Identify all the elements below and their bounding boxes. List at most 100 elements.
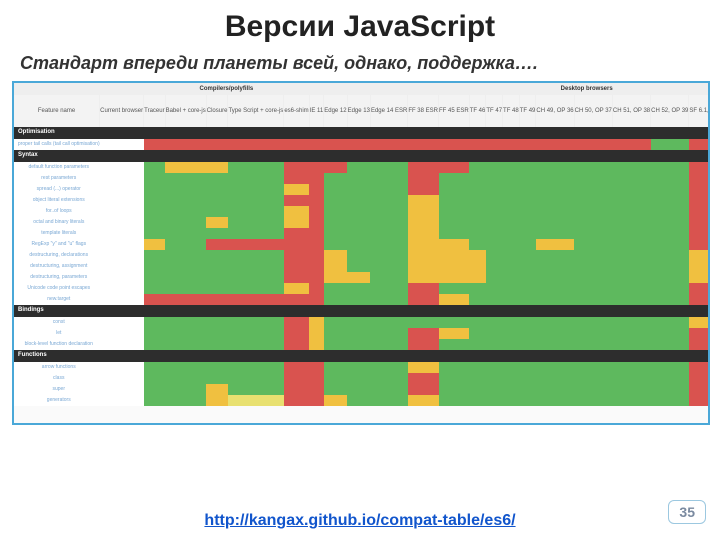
feature-link[interactable]: rest parameters (41, 175, 76, 181)
feature-link[interactable]: arrow functions (42, 364, 76, 370)
feature-link[interactable]: block-level function declaration (25, 341, 93, 347)
source-link[interactable]: http://kangax.github.io/compat-table/es6… (0, 512, 720, 530)
feature-link[interactable]: for..of loops (46, 208, 72, 214)
support-cell (574, 173, 612, 184)
support-cell (689, 283, 710, 294)
support-cell (228, 261, 284, 272)
feature-link[interactable]: destructuring, declarations (29, 252, 88, 258)
support-cell (612, 328, 650, 339)
support-cell (486, 395, 503, 406)
feature-link[interactable]: template literals (41, 230, 76, 236)
support-cell (439, 328, 470, 339)
feature-link[interactable]: Unicode code point escapes (27, 285, 90, 291)
support-cell (206, 339, 228, 350)
support-cell (347, 162, 370, 173)
feature-link[interactable]: proper tail calls (tail call optimisatio… (18, 141, 100, 147)
support-cell (651, 239, 689, 250)
support-cell (503, 373, 520, 384)
support-cell (469, 339, 486, 350)
support-cell (284, 206, 309, 217)
support-cell (689, 239, 710, 250)
support-cell (370, 362, 407, 373)
support-cell (206, 294, 228, 305)
feature-link[interactable]: class (53, 375, 64, 381)
support-cell (228, 195, 284, 206)
support-cell (284, 384, 309, 395)
feature-link[interactable]: let (56, 330, 61, 336)
browser-group: Compilers/polyfills (144, 83, 310, 95)
support-cell (165, 184, 206, 195)
support-cell (574, 206, 612, 217)
support-cell (284, 217, 309, 228)
support-cell (651, 362, 689, 373)
support-cell (469, 217, 486, 228)
feature-link[interactable]: RegExp "y" and "u" flags (31, 241, 86, 247)
compat-screenshot: Compilers/polyfillsDesktop browsersServe… (12, 81, 710, 425)
support-cell (469, 317, 486, 328)
current-cell (100, 184, 144, 195)
table-row: ▸ generators (14, 395, 710, 406)
support-cell (284, 272, 309, 283)
support-cell (536, 239, 574, 250)
support-cell (228, 206, 284, 217)
support-cell (574, 261, 612, 272)
support-cell (689, 139, 710, 150)
table-row: ▸ octal and binary literals (14, 217, 710, 228)
feature-link[interactable]: super (53, 386, 66, 392)
table-row: ▸ spread (...) operator (14, 184, 710, 195)
slide-title: Версии JavaScript (12, 10, 708, 44)
support-cell (228, 373, 284, 384)
feature-link[interactable]: destructuring, assignment (30, 263, 87, 269)
current-cell (100, 195, 144, 206)
feature-link[interactable]: new.target (47, 296, 70, 302)
support-cell (439, 395, 470, 406)
support-cell (144, 195, 165, 206)
support-cell (144, 362, 165, 373)
section-header: Bindings (14, 305, 710, 317)
support-cell (651, 395, 689, 406)
browser-header: CH 49, OP 36 (536, 95, 574, 127)
support-cell (228, 139, 284, 150)
feature-link[interactable]: object literal extensions (33, 197, 85, 203)
support-cell (689, 162, 710, 173)
support-cell (165, 206, 206, 217)
feature-name: ▸ new.target (14, 294, 100, 305)
support-cell (309, 184, 324, 195)
support-cell (228, 272, 284, 283)
support-cell (309, 228, 324, 239)
support-cell (309, 362, 324, 373)
feature-link[interactable]: default function parameters (28, 164, 89, 170)
support-cell (519, 173, 536, 184)
feature-link[interactable]: spread (...) operator (37, 186, 81, 192)
support-cell (439, 195, 470, 206)
support-cell (689, 184, 710, 195)
support-cell (689, 294, 710, 305)
support-cell (503, 206, 520, 217)
support-cell (324, 362, 347, 373)
feature-name: ▸ RegExp "y" and "u" flags (14, 239, 100, 250)
feature-link[interactable]: destructuring, parameters (30, 274, 87, 280)
support-cell (503, 339, 520, 350)
support-cell (503, 195, 520, 206)
feature-link[interactable]: const (53, 319, 65, 325)
support-cell (324, 328, 347, 339)
support-cell (324, 250, 347, 261)
support-cell (347, 184, 370, 195)
support-cell (574, 239, 612, 250)
support-cell (486, 139, 503, 150)
feature-link[interactable]: octal and binary literals (33, 219, 84, 225)
support-cell (469, 261, 486, 272)
support-cell (503, 162, 520, 173)
feature-link[interactable]: generators (47, 397, 71, 403)
support-cell (324, 384, 347, 395)
support-cell (574, 328, 612, 339)
support-cell (370, 317, 407, 328)
support-cell (347, 395, 370, 406)
support-cell (519, 162, 536, 173)
browser-header: Edge 14 ESR (370, 95, 407, 127)
support-cell (651, 173, 689, 184)
feature-name: ▸ Unicode code point escapes (14, 283, 100, 294)
support-cell (324, 395, 347, 406)
browser-header: CH 52, OP 39 (651, 95, 689, 127)
support-cell (519, 373, 536, 384)
